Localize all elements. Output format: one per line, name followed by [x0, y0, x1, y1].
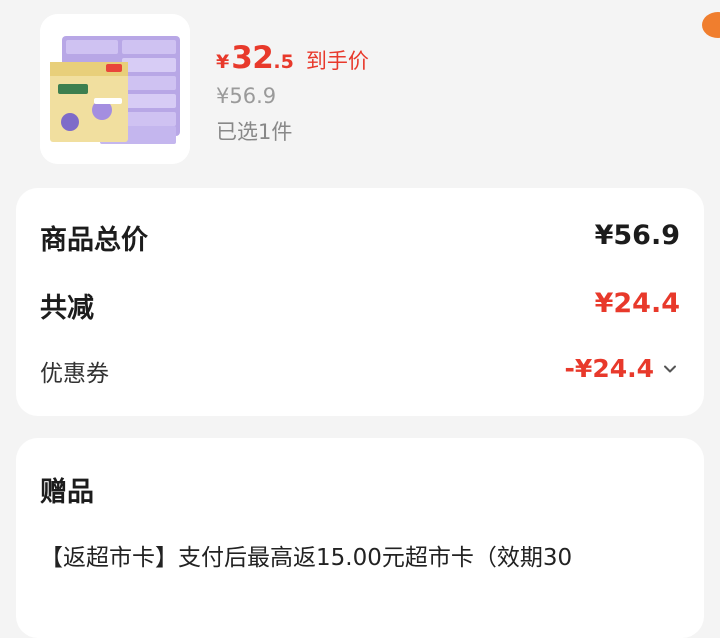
gift-description[interactable]: 【返超市卡】支付后最高返15.00元超市卡（效期30 — [40, 538, 572, 572]
price-summary-card: 商品总价 ¥56.9 共减 ¥24.4 优惠券 -¥24.4 — [16, 188, 704, 416]
coupon-label: 优惠券 — [40, 361, 109, 387]
product-image[interactable] — [40, 14, 190, 164]
selected-count: 已选1件 — [216, 120, 293, 144]
chevron-down-icon — [662, 361, 678, 377]
tissue-pack-image — [40, 14, 190, 164]
coupon-selector[interactable]: -¥24.4 — [565, 354, 678, 383]
deal-price: ¥ 32 .5 到手价 — [216, 40, 369, 80]
total-discount-label: 共减 — [40, 293, 94, 324]
gift-card: 赠品 【返超市卡】支付后最高返15.00元超市卡（效期30 — [16, 438, 704, 638]
gift-title: 赠品 — [40, 477, 94, 508]
corner-indicator — [702, 12, 720, 38]
total-price-value: ¥56.9 — [594, 220, 680, 251]
price-suffix: 到手价 — [305, 49, 369, 73]
total-discount-value: ¥24.4 — [594, 288, 680, 319]
price-integer: 32 — [231, 40, 274, 76]
original-price: ¥56.9 — [216, 84, 277, 108]
total-price-label: 商品总价 — [40, 225, 148, 256]
price-currency: ¥ — [216, 51, 230, 73]
price-decimal: .5 — [273, 51, 294, 73]
coupon-value: -¥24.4 — [564, 354, 654, 383]
